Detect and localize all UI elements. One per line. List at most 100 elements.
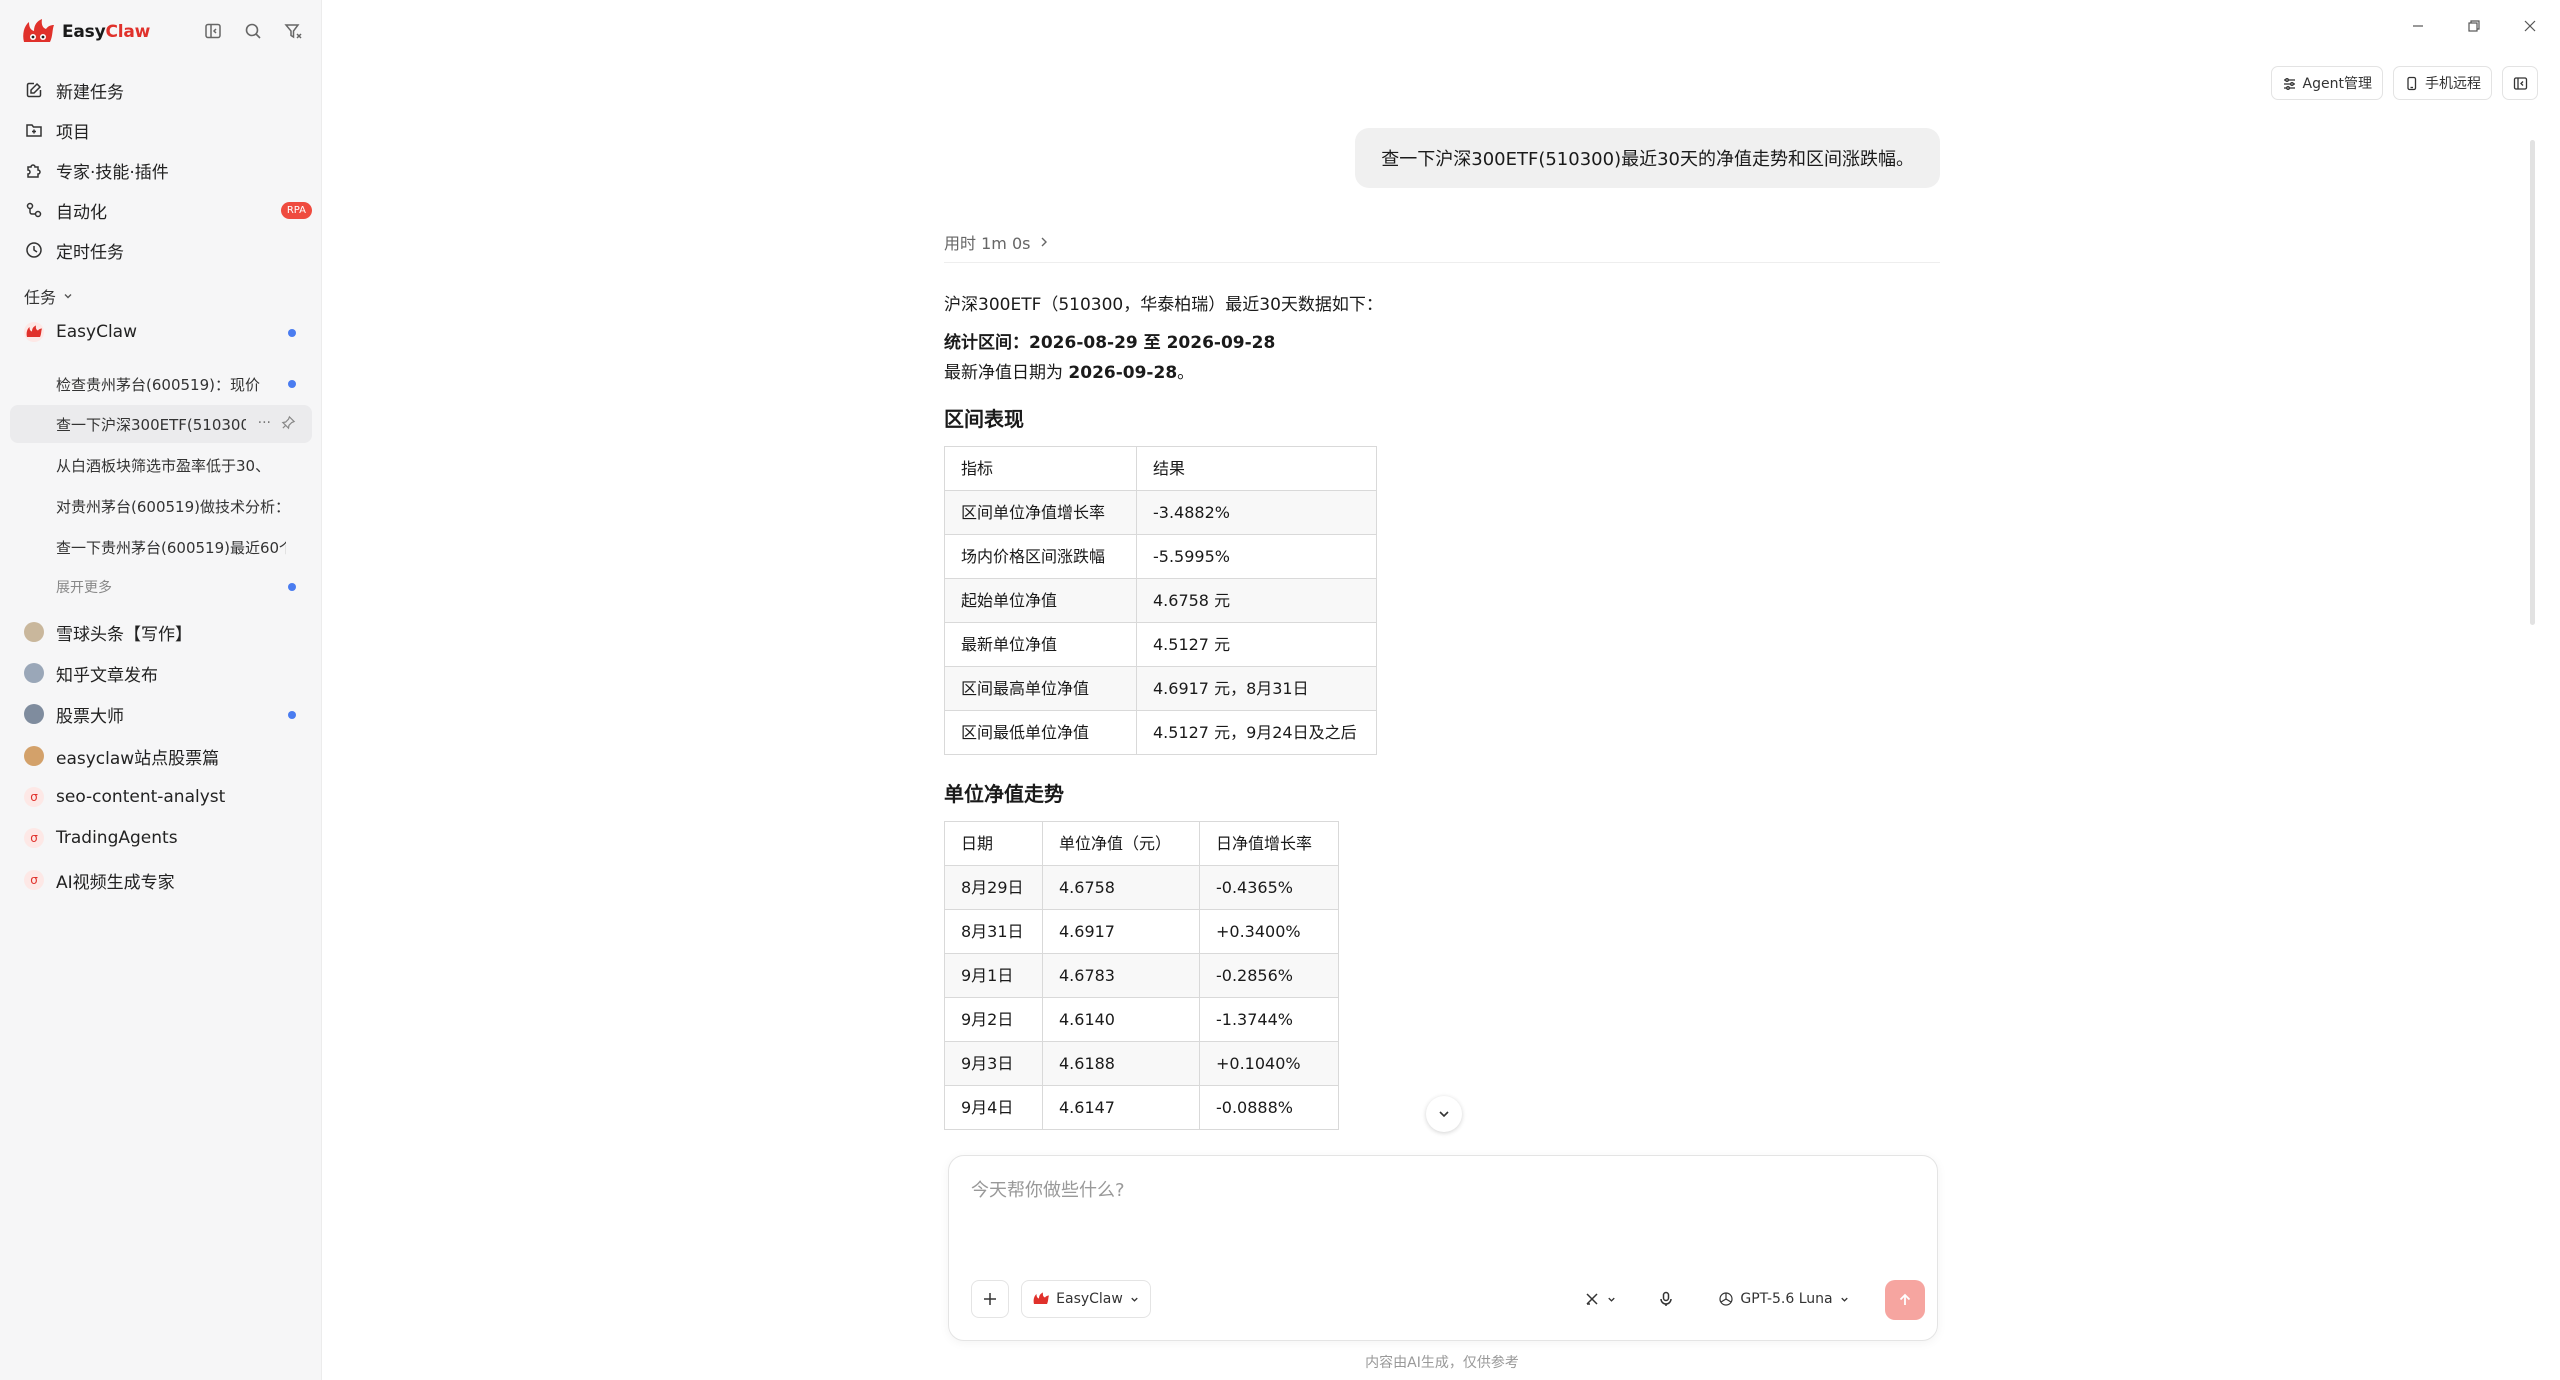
skill-icon: σ: [24, 787, 44, 807]
plus-icon: [984, 1293, 996, 1305]
subtask-item[interactable]: 从白酒板块筛选市盈率低于30、: [10, 446, 312, 484]
chevron-down-icon: [1131, 1297, 1138, 1302]
table-cell: 4.6758 元: [1136, 578, 1377, 623]
task-group-xueqiu[interactable]: 雪球头条【写作】: [10, 612, 312, 652]
mobile-remote-label: 手机远程: [2425, 76, 2481, 92]
task-group-zhihu[interactable]: 知乎文章发布: [10, 653, 312, 693]
period-value: 2026-08-29 至 2026-09-28: [1029, 333, 1276, 353]
more-options-icon[interactable]: ···: [258, 415, 271, 431]
table-cell: 4.6140: [1042, 997, 1200, 1042]
subtask-label: 从白酒板块筛选市盈率低于30、: [56, 456, 271, 475]
tools-select[interactable]: [1567, 1280, 1633, 1318]
table-cell: -0.4365%: [1199, 865, 1339, 910]
nav-label: 项目: [56, 122, 90, 143]
agent-select[interactable]: EasyClaw: [1021, 1280, 1151, 1318]
table-cell: -3.4882%: [1136, 490, 1377, 535]
brand: EasyClaw: [20, 16, 150, 48]
send-button[interactable]: [1885, 1280, 1925, 1320]
nav-automation[interactable]: 自动化 RPA: [10, 190, 312, 230]
nav-projects[interactable]: 项目: [10, 110, 312, 150]
easyclaw-avatar-icon: [24, 322, 44, 342]
table-header-cell: 日净值增长率: [1199, 821, 1339, 866]
subtask-item[interactable]: 检查贵州茅台(600519)：现价: [10, 365, 312, 403]
latest-suffix: 。: [1177, 363, 1195, 383]
section-title-performance: 区间表现: [944, 407, 1024, 431]
attach-button[interactable]: [971, 1280, 1009, 1318]
assistant-answer: 沪深300ETF（510300，华泰柏瑞）最近30天数据如下： 统计区间：202…: [944, 290, 1940, 1130]
table-cell: 4.6917: [1042, 909, 1200, 954]
task-group-label: 股票大师: [56, 706, 124, 727]
tasks-section-toggle[interactable]: 任务: [24, 284, 74, 308]
scroll-to-bottom-button[interactable]: [1426, 1096, 1462, 1132]
period-line: 统计区间：2026-08-29 至 2026-09-28: [944, 328, 1940, 358]
toggle-right-panel-button[interactable]: [2502, 66, 2538, 100]
close-icon[interactable]: [2502, 14, 2558, 38]
model-select-label: GPT-5.6 Luna: [1740, 1291, 1833, 1307]
chat-scroll-area[interactable]: 查一下沪深300ETF(510300)最近30天的净值走势和区间涨跌幅。 用时 …: [944, 0, 1940, 1135]
ai-disclaimer: 内容由AI生成，仅供参考: [1365, 1355, 1519, 1371]
table-cell: 场内价格区间涨跌幅: [944, 534, 1137, 579]
search-icon[interactable]: [242, 20, 264, 42]
nav-scheduled-tasks[interactable]: 定时任务: [10, 230, 312, 270]
section-title-trend: 单位净值走势: [944, 782, 1064, 806]
filter-icon[interactable]: [282, 20, 304, 42]
panel-icon: [2513, 76, 2527, 90]
voice-input-button[interactable]: [1647, 1280, 1685, 1318]
expert-avatar-icon: [24, 704, 44, 724]
task-group-label: EasyClaw: [56, 322, 137, 342]
tools-icon: [1585, 1293, 1598, 1305]
table-cell: +0.3400%: [1199, 909, 1339, 954]
agent-select-label: EasyClaw: [1056, 1291, 1123, 1307]
chevron-down-icon: [1607, 1297, 1615, 1302]
user-message-text: 查一下沪深300ETF(510300)最近30天的净值走势和区间涨跌幅。: [1381, 149, 1914, 170]
task-group-easyclaw[interactable]: EasyClaw: [10, 312, 312, 352]
table-cell: 区间单位净值增长率: [944, 490, 1137, 535]
task-group-seo[interactable]: σ seo-content-analyst: [10, 777, 312, 817]
latest-prefix: 最新净值日期为: [944, 363, 1069, 383]
nav-experts-skills[interactable]: 专家·技能·插件: [10, 150, 312, 190]
table-row: 9月3日 4.6188 +0.1040%: [944, 1041, 1339, 1086]
toggle-sidebar-icon[interactable]: [202, 20, 224, 42]
subtask-item-active[interactable]: 查一下沪深300ETF(510300) ···: [10, 405, 312, 443]
task-group-trading[interactable]: σ TradingAgents: [10, 818, 312, 858]
minimize-icon[interactable]: [2390, 14, 2446, 38]
task-group-ai-video[interactable]: σ AI视频生成专家: [10, 860, 312, 900]
pin-icon[interactable]: [281, 415, 296, 430]
restore-icon[interactable]: [2446, 14, 2502, 38]
nav-label: 自动化: [56, 202, 107, 223]
scrollbar[interactable]: [2530, 140, 2535, 625]
task-group-label: seo-content-analyst: [56, 787, 226, 807]
table-cell: 9月2日: [944, 997, 1043, 1042]
nav-new-task[interactable]: 新建任务: [10, 70, 312, 110]
table-row: 8月29日 4.6758 -0.4365%: [944, 865, 1339, 910]
agent-management-button[interactable]: Agent管理: [2270, 66, 2383, 100]
table-cell: 区间最低单位净值: [944, 710, 1137, 755]
subtask-label: 查一下沪深300ETF(510300): [56, 415, 246, 434]
unread-dot: [288, 711, 296, 719]
skill-icon: σ: [24, 828, 44, 848]
performance-table: 指标 结果 区间单位净值增长率 -3.4882% 场内价格区间涨跌幅 -5.5995% 起始…: [944, 446, 1377, 755]
table-cell: 起始单位净值: [944, 578, 1137, 623]
chevron-down-icon: [64, 294, 72, 299]
reasoning-toggle[interactable]: 用时 1m 0s: [944, 230, 1050, 254]
show-more-link[interactable]: 展开更多: [10, 568, 312, 606]
message-input[interactable]: [971, 1176, 1911, 1236]
subtask-item[interactable]: 查一下贵州茅台(600519)最近60个: [10, 528, 312, 566]
task-group-easyclaw-stocks[interactable]: easyclaw站点股票篇: [10, 736, 312, 776]
task-group-label: 知乎文章发布: [56, 665, 158, 686]
table-header-row: 指标 结果: [944, 446, 1377, 491]
latest-date: 2026-09-28: [1068, 363, 1178, 383]
table-cell: 4.5127 元，9月24日及之后: [1136, 710, 1377, 755]
tasks-section-title: 任务: [24, 288, 57, 307]
task-group-stock-master[interactable]: 股票大师: [10, 694, 312, 734]
table-row: 区间最高单位净值 4.6917 元，8月31日: [944, 666, 1377, 711]
timing-label: 用时 1m 0s: [944, 234, 1031, 253]
table-cell: 9月3日: [944, 1041, 1043, 1086]
expert-avatar-icon: [24, 663, 44, 683]
model-select[interactable]: GPT-5.6 Luna: [1701, 1280, 1867, 1318]
subtask-item[interactable]: 对贵州茅台(600519)做技术分析：: [10, 487, 312, 525]
table-cell: 4.6917 元，8月31日: [1136, 666, 1377, 711]
puzzle-icon: [24, 160, 44, 180]
mobile-remote-button[interactable]: 手机远程: [2393, 66, 2492, 100]
nav-trend-table: 日期 单位净值（元） 日净值增长率 8月29日 4.6758 -0.4365% 8月31日 4…: [944, 821, 1339, 1130]
